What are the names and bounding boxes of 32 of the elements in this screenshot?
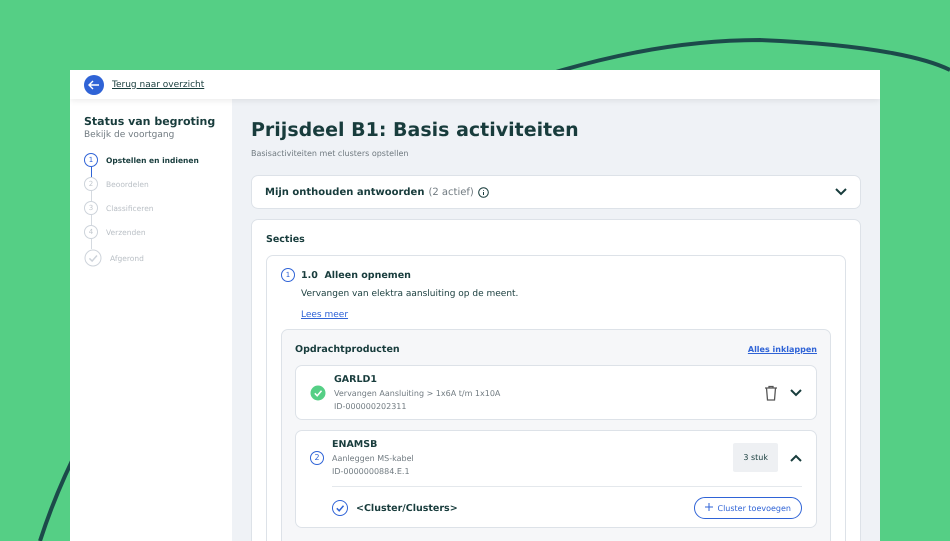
quantity-badge: 3 stuk [733, 443, 778, 472]
sidebar-subtitle: Bekijk de voortgang [84, 130, 176, 140]
section-title: 1.0 Alleen opnemen [301, 270, 411, 280]
product-id: ID-0000000884.E.1 [332, 467, 411, 476]
sections-title: Secties [266, 234, 306, 245]
active-count: (2 actief) [428, 186, 474, 198]
add-cluster-button[interactable]: Cluster toevoegen [694, 497, 802, 519]
trash-icon[interactable] [764, 384, 778, 400]
check-circle-icon [332, 500, 348, 516]
check-circle-icon [310, 384, 326, 400]
chevron-up-icon[interactable] [790, 454, 802, 462]
collapse-all-link[interactable]: Alles inklappen [748, 345, 817, 354]
remembered-answers-label: Mijn onthouden antwoorden [265, 186, 424, 198]
info-icon[interactable] [478, 186, 489, 198]
product-number: 2 [310, 450, 324, 464]
product-description: Aanleggen MS-kabel [332, 454, 415, 463]
product-description: Vervangen Aansluiting > 1x6A t/m 1x10A [334, 389, 502, 398]
product-code: GARLD1 [334, 374, 378, 385]
remembered-answers-panel[interactable]: Mijn onthouden antwoorden (2 actief) [251, 175, 861, 209]
section-description: Vervangen van elektra aansluiting op de meent. [301, 289, 520, 299]
back-link[interactable]: Terug naar overzicht [112, 80, 204, 90]
cluster-label: <Cluster/Clusters> [356, 502, 458, 514]
chevron-down-icon[interactable] [835, 188, 847, 196]
products-title: Opdrachtproducten [295, 344, 400, 355]
page-subtitle: Basisactiviteiten met clusters opstellen [251, 149, 410, 158]
product-id: ID-000000202311 [334, 402, 408, 411]
product-code: ENAMSB [332, 439, 378, 450]
chevron-down-icon[interactable] [790, 388, 802, 396]
plus-icon [705, 503, 714, 513]
read-more-link[interactable]: Lees meer [301, 310, 348, 320]
page-title: Prijsdeel B1: Basis activiteiten [251, 119, 580, 141]
sidebar-title: Status van begroting [84, 115, 216, 128]
